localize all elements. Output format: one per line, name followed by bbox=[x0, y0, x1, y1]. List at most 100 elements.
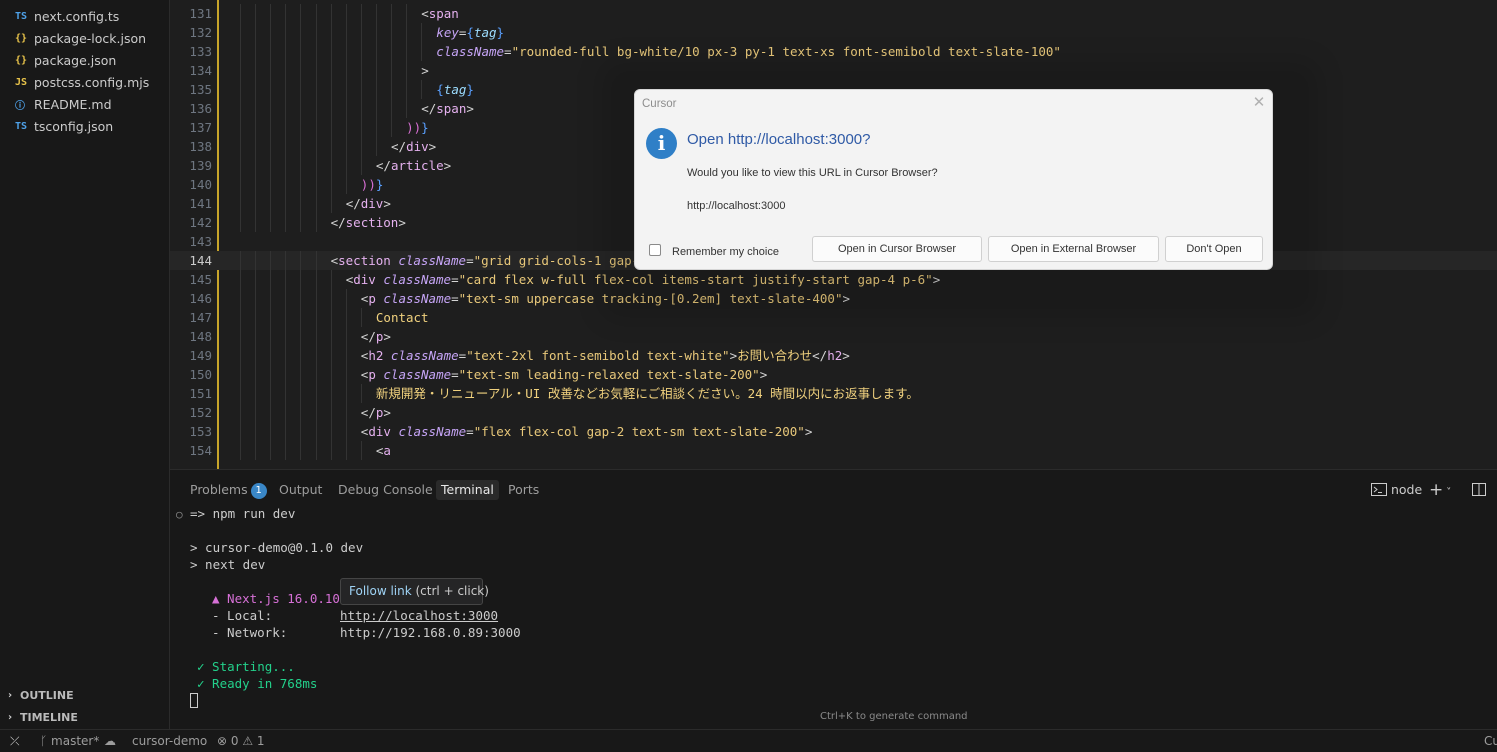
explorer-file-item[interactable]: JS postcss.config.mjs bbox=[0, 71, 170, 93]
line-number: 145 bbox=[189, 272, 212, 287]
file-type-icon: JS bbox=[15, 76, 28, 88]
status-item-cut[interactable]: Cu bbox=[1484, 730, 1497, 752]
line-number: 151 bbox=[189, 386, 212, 401]
indent-guide bbox=[270, 384, 272, 403]
indent-guide bbox=[270, 61, 272, 80]
outline-section[interactable]: › OUTLINE bbox=[0, 684, 170, 706]
indent-guide bbox=[330, 289, 332, 308]
problems-count-badge: 1 bbox=[250, 483, 267, 499]
indent-guide bbox=[300, 213, 302, 232]
file-name: tsconfig.json bbox=[34, 118, 114, 134]
indent-guide bbox=[240, 61, 241, 80]
code-text: <a bbox=[376, 441, 391, 460]
network-url[interactable]: http://192.168.0.89:3000 bbox=[340, 624, 521, 641]
sync-icon[interactable]: ☁ bbox=[104, 730, 116, 752]
code-token: > bbox=[428, 139, 437, 154]
indent-guide bbox=[240, 422, 241, 441]
plus-icon: + bbox=[1429, 480, 1444, 500]
line-number: 154 bbox=[189, 443, 212, 458]
indent-guide bbox=[360, 156, 362, 175]
terminal-icon bbox=[1371, 483, 1387, 496]
indent-guide bbox=[330, 42, 332, 61]
remote-icon[interactable]: ⤫ bbox=[10, 730, 20, 752]
code-line[interactable]: 154 <a bbox=[170, 441, 1497, 460]
problems-summary[interactable]: ⊗ 0 ⚠ 1 bbox=[217, 730, 265, 752]
timeline-section[interactable]: › TIMELINE bbox=[0, 706, 170, 728]
code-token: = bbox=[466, 253, 474, 268]
tab-problems[interactable]: Problems 1 bbox=[190, 480, 267, 500]
indent-guide bbox=[285, 270, 287, 289]
close-icon[interactable]: ✕ bbox=[1251, 93, 1267, 111]
status-bar: ⤫ ᚴ master* ☁ cursor-demo ⊗ 0 ⚠ 1 Cu bbox=[0, 729, 1497, 752]
code-line[interactable]: 153 <div className="flex flex-col gap-2 t… bbox=[170, 422, 1497, 441]
code-line[interactable]: 149 <h2 className="text-2xl font-semibold… bbox=[170, 346, 1497, 365]
indent-guide bbox=[255, 156, 257, 175]
new-terminal-button[interactable]: + ˅ bbox=[1429, 480, 1451, 500]
indent-guide bbox=[360, 42, 362, 61]
code-token: className bbox=[398, 253, 467, 268]
code-token: > bbox=[729, 348, 738, 363]
remember-choice-label[interactable]: Remember my choice bbox=[672, 246, 779, 258]
code-token: div bbox=[406, 139, 429, 154]
open-in-cursor-browser-button[interactable]: Open in Cursor Browser bbox=[812, 236, 982, 262]
code-text: </span> bbox=[421, 99, 474, 118]
file-type-icon: {} bbox=[15, 54, 28, 66]
indent-guide bbox=[285, 137, 287, 156]
tab-output[interactable]: Output bbox=[279, 480, 322, 500]
explorer-file-item[interactable]: ⓘ README.md bbox=[0, 93, 170, 115]
indent-guide bbox=[300, 118, 302, 137]
dont-open-button[interactable]: Don't Open bbox=[1165, 236, 1263, 262]
indent-guide bbox=[330, 403, 332, 422]
indent-guide bbox=[360, 23, 362, 42]
code-token: a bbox=[383, 443, 391, 458]
code-line[interactable]: 131 <span bbox=[170, 4, 1497, 23]
code-line[interactable]: 150 <p className="text-sm leading-relaxed… bbox=[170, 365, 1497, 384]
indent-guide bbox=[300, 156, 302, 175]
explorer-file-item[interactable]: TS tsconfig.json bbox=[0, 115, 170, 137]
indent-guide bbox=[391, 4, 392, 23]
line-number: 148 bbox=[189, 329, 212, 344]
code-text: className="rounded-full bg-white/10 px-3… bbox=[436, 42, 1061, 61]
open-in-external-browser-button[interactable]: Open in External Browser bbox=[988, 236, 1159, 262]
line-number: 146 bbox=[189, 291, 212, 306]
indent-guide bbox=[255, 42, 257, 61]
tab-ports[interactable]: Ports bbox=[508, 480, 539, 500]
indent-guide bbox=[285, 80, 287, 99]
terminal-selector[interactable]: node bbox=[1371, 480, 1422, 500]
explorer-file-item[interactable]: TS next.config.ts bbox=[0, 5, 170, 27]
split-panel-button[interactable] bbox=[1472, 480, 1486, 500]
indent-guide bbox=[270, 403, 272, 422]
branch-indicator[interactable]: ᚴ master* bbox=[40, 730, 99, 752]
indent-guide bbox=[270, 80, 272, 99]
code-line[interactable]: 133 className="rounded-full bg-white/10 p… bbox=[170, 42, 1497, 61]
explorer-file-item[interactable]: {} package-lock.json bbox=[0, 27, 170, 49]
tab-debug-console[interactable]: Debug Console bbox=[338, 480, 433, 500]
code-token: "text-2xl font-semibold text-white" bbox=[466, 348, 730, 363]
indent-guide bbox=[255, 308, 257, 327]
code-line[interactable]: 152 </p> bbox=[170, 403, 1497, 422]
ready-status: ✓ Ready in 768ms bbox=[197, 675, 317, 692]
chevron-down-icon: ˅ bbox=[1446, 487, 1452, 498]
indent-guide bbox=[240, 80, 241, 99]
indent-guide bbox=[255, 80, 257, 99]
code-line[interactable]: 151 新規開発・リニューアル・UI 改善などお気軽にご相談ください。24 時間以… bbox=[170, 384, 1497, 403]
code-token: "flex flex-col gap-2 text-sm text-slate-… bbox=[473, 424, 805, 439]
project-name[interactable]: cursor-demo bbox=[132, 730, 207, 752]
code-line[interactable]: 132 key={tag} bbox=[170, 23, 1497, 42]
line-number: 131 bbox=[189, 6, 212, 21]
indent-guide bbox=[285, 23, 287, 42]
indent-guide bbox=[315, 346, 317, 365]
indent-guide bbox=[345, 346, 347, 365]
remember-choice-checkbox[interactable] bbox=[649, 244, 661, 256]
tab-terminal[interactable]: Terminal bbox=[436, 480, 499, 500]
code-line[interactable]: 148 </p> bbox=[170, 327, 1497, 346]
line-number: 135 bbox=[189, 82, 212, 97]
code-token: } bbox=[375, 177, 384, 192]
tooltip-link-text: Follow link bbox=[349, 584, 412, 598]
indent-guide bbox=[391, 61, 392, 80]
local-url-link[interactable]: http://localhost:3000 bbox=[340, 607, 498, 624]
indent-guide bbox=[315, 23, 317, 42]
explorer-file-item[interactable]: {} package.json bbox=[0, 49, 170, 71]
indent-guide bbox=[300, 42, 302, 61]
git-branch-icon: ᚴ bbox=[40, 734, 48, 748]
